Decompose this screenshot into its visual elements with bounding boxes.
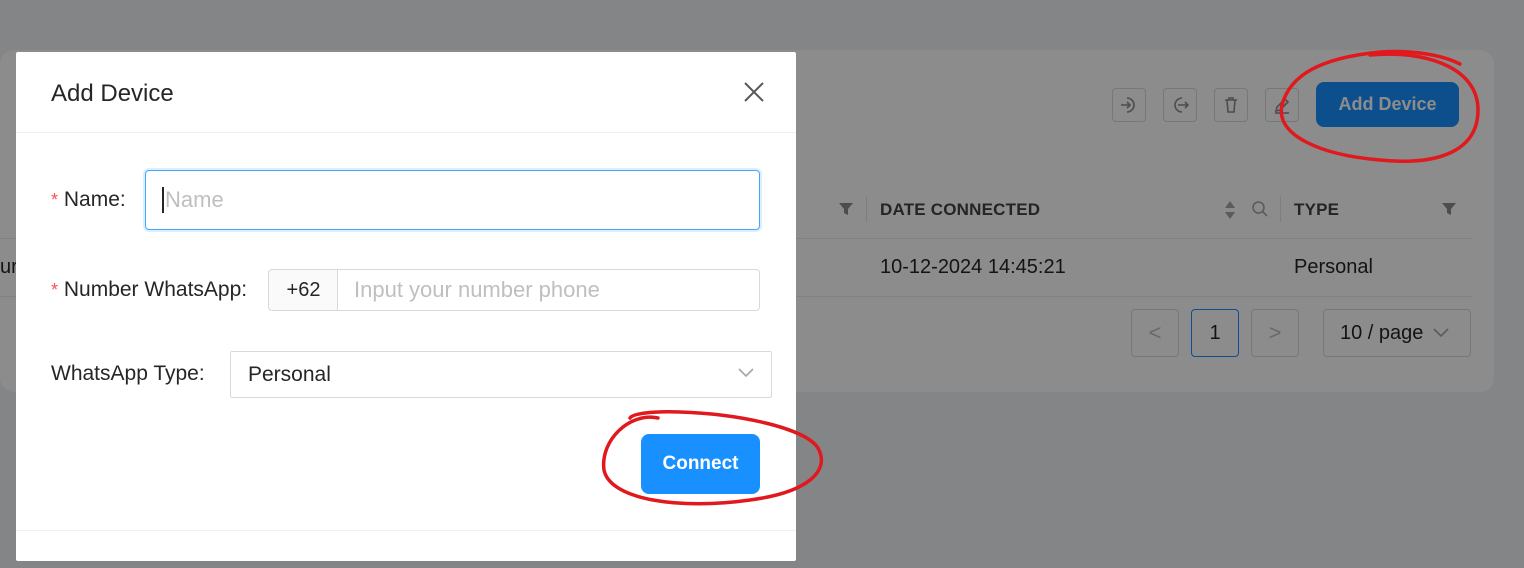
label-colon: : xyxy=(241,278,248,301)
whatsapp-number-label: * Number WhatsApp: xyxy=(51,278,247,302)
text-caret xyxy=(162,187,164,213)
close-icon[interactable] xyxy=(742,80,766,104)
chevron-down-icon xyxy=(738,368,754,378)
whatsapp-type-label: WhatsApp Type: xyxy=(51,362,205,386)
modal-footer-divider xyxy=(16,530,796,531)
label-colon: : xyxy=(198,362,205,385)
add-device-modal: Add Device * Name: Name * Number WhatsAp… xyxy=(16,52,796,561)
connect-button[interactable]: Connect xyxy=(641,434,760,494)
name-field[interactable]: Name xyxy=(145,170,760,230)
modal-header: Add Device xyxy=(16,52,796,133)
whatsapp-number-placeholder: Input your number phone xyxy=(354,277,600,302)
whatsapp-type-select[interactable]: Personal xyxy=(230,351,772,398)
whatsapp-number-label-text: Number WhatsApp xyxy=(63,278,242,301)
name-label-text: Name xyxy=(63,188,120,211)
required-mark: * xyxy=(51,280,59,300)
whatsapp-type-label-text: WhatsApp Type xyxy=(51,362,199,385)
modal-title: Add Device xyxy=(51,80,174,107)
name-placeholder: Name xyxy=(165,187,224,212)
whatsapp-number-field[interactable]: Input your number phone xyxy=(337,269,760,311)
name-label: * Name: xyxy=(51,188,126,212)
whatsapp-type-value: Personal xyxy=(248,362,331,386)
label-colon: : xyxy=(119,188,126,211)
country-code-prefix: +62 xyxy=(268,269,338,311)
required-mark: * xyxy=(51,190,59,210)
